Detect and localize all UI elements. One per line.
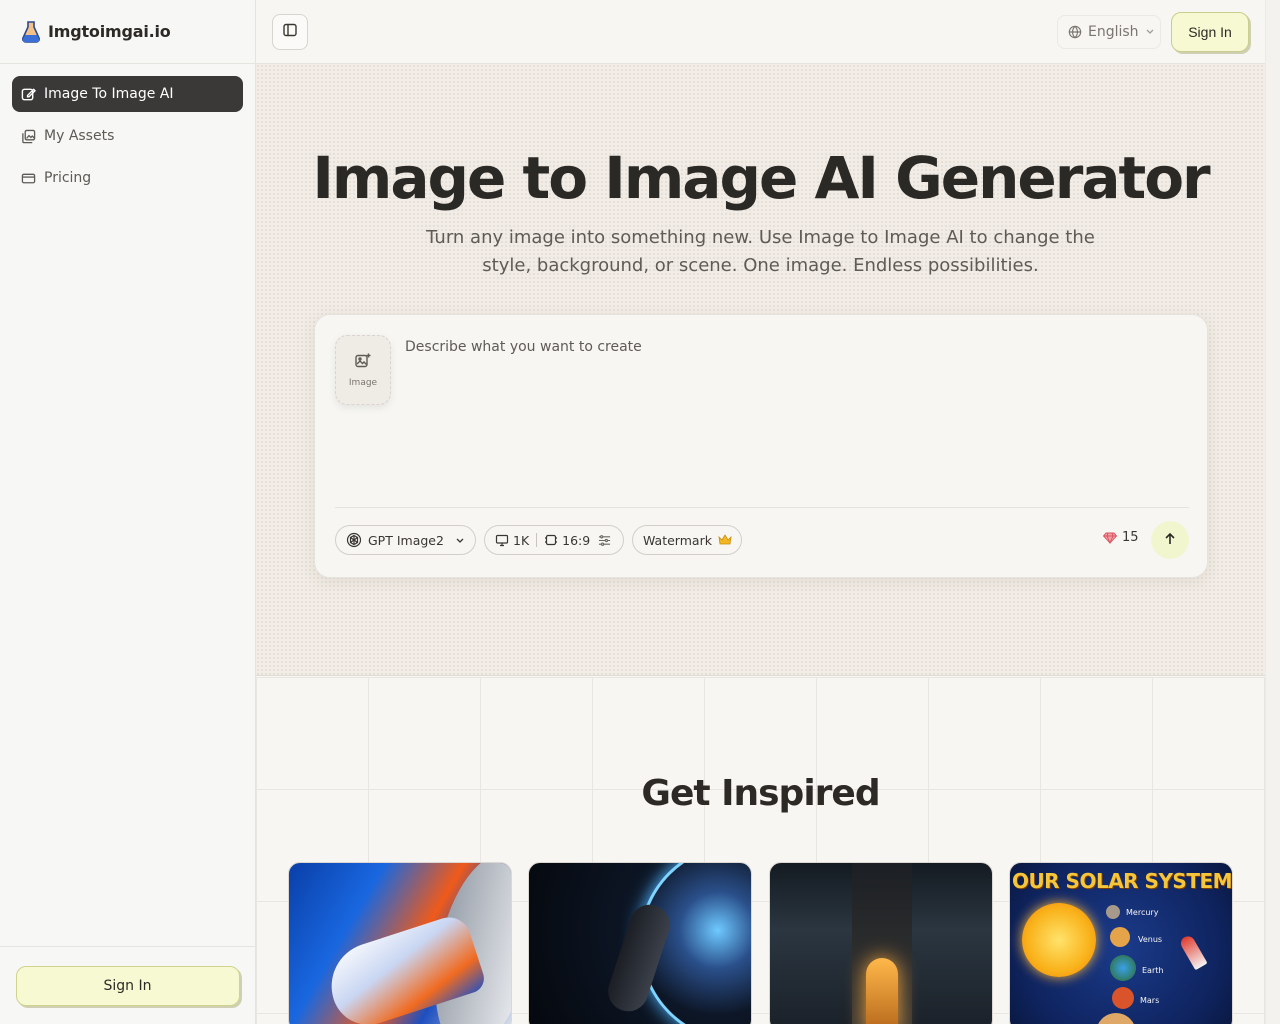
rocket-image — [1178, 933, 1208, 971]
get-inspired-section: Get Inspired OUR SOLAR SYSTEM Mercury Ve… — [256, 677, 1265, 1024]
hero-subtitle: Turn any image into something new. Use I… — [426, 227, 1095, 276]
inspiration-card-earbuds[interactable] — [528, 862, 752, 1024]
sidebar-item-pricing[interactable]: Pricing — [12, 160, 243, 196]
language-label: English — [1088, 24, 1139, 40]
aspect-ratio-label: 16:9 — [562, 532, 591, 548]
image-upload-button[interactable]: Image — [335, 335, 391, 405]
scrollbar[interactable] — [1265, 0, 1280, 1024]
inspiration-card-tower[interactable] — [769, 862, 993, 1024]
solar-card-title: OUR SOLAR SYSTEM — [1011, 869, 1233, 893]
glowing-door-image — [866, 958, 898, 1024]
image-plus-icon — [354, 352, 372, 374]
arrow-up-icon — [1163, 531, 1177, 550]
jupiter-planet — [1096, 1013, 1136, 1024]
sidebar-toggle-button[interactable] — [272, 14, 308, 50]
mercury-planet — [1106, 905, 1120, 919]
prompt-input[interactable] — [405, 339, 1185, 499]
top-bar: English Sign In — [256, 0, 1265, 64]
prompt-card: Image GPT Image2 1K 16:9 — [314, 314, 1208, 578]
page-title: Image to Image AI Generator — [312, 144, 1210, 212]
flask-logo-icon — [22, 20, 40, 43]
hero-section: Image to Image AI Generator Turn any ima… — [256, 64, 1265, 676]
watermark-toggle[interactable]: Watermark — [632, 525, 742, 555]
model-label: GPT Image2 — [368, 532, 444, 548]
sidebar-nav: Image To Image AI My Assets Pricing — [0, 64, 255, 214]
credit-card-icon — [20, 170, 36, 186]
sidebar-item-label: Pricing — [44, 170, 92, 186]
sidebar: Imgtoimgai.io Image To Image AI My Asset… — [0, 0, 256, 1024]
edit-icon — [20, 86, 36, 102]
sidebar-item-label: Image To Image AI — [44, 86, 174, 102]
section-title: Get Inspired — [641, 773, 880, 814]
generate-button[interactable] — [1151, 521, 1189, 559]
output-settings-button[interactable]: 1K 16:9 — [484, 525, 624, 555]
aspect-ratio-icon — [544, 533, 558, 547]
images-icon — [20, 128, 36, 144]
openai-icon — [346, 532, 362, 548]
upload-label: Image — [348, 378, 378, 388]
crown-icon — [718, 534, 732, 546]
planet-label: Earth — [1142, 966, 1164, 975]
credits-indicator: 15 — [1103, 530, 1139, 545]
chevron-down-icon — [1145, 24, 1155, 40]
venus-planet — [1110, 927, 1130, 947]
globe-icon — [1068, 25, 1082, 39]
separator — [536, 533, 538, 547]
language-selector[interactable]: English — [1057, 15, 1161, 49]
earth-planet — [1110, 955, 1136, 981]
inspiration-card-solar-system[interactable]: OUR SOLAR SYSTEM Mercury Venus Earth Mar… — [1009, 862, 1233, 1024]
model-select[interactable]: GPT Image2 — [335, 525, 476, 555]
brand[interactable]: Imgtoimgai.io — [0, 0, 255, 64]
watermark-label: Watermark — [643, 532, 712, 548]
divider — [335, 507, 1189, 508]
sidebar-sign-in-button[interactable]: Sign In — [15, 965, 240, 1006]
planet-label: Mars — [1140, 996, 1160, 1005]
planet-label: Venus — [1138, 935, 1163, 944]
credits-count: 15 — [1122, 530, 1139, 545]
sidebar-footer: Sign In — [0, 946, 255, 1024]
brand-name: Imgtoimgai.io — [48, 22, 171, 41]
sliders-icon — [598, 534, 611, 547]
sidebar-item-image-to-image-ai[interactable]: Image To Image AI — [12, 76, 243, 112]
gem-icon — [1103, 532, 1117, 544]
sidebar-item-my-assets[interactable]: My Assets — [12, 118, 243, 154]
monitor-icon — [495, 533, 509, 547]
planet-label: Mercury — [1126, 908, 1159, 917]
panel-left-icon — [282, 22, 298, 42]
mars-planet — [1112, 987, 1134, 1009]
inspiration-card-sneaker[interactable] — [288, 862, 512, 1024]
top-sign-in-button[interactable]: Sign In — [1171, 12, 1249, 52]
sidebar-item-label: My Assets — [44, 128, 115, 144]
resolution-label: 1K — [513, 532, 530, 548]
sun-image — [1022, 903, 1096, 977]
chevron-down-icon — [455, 535, 465, 545]
